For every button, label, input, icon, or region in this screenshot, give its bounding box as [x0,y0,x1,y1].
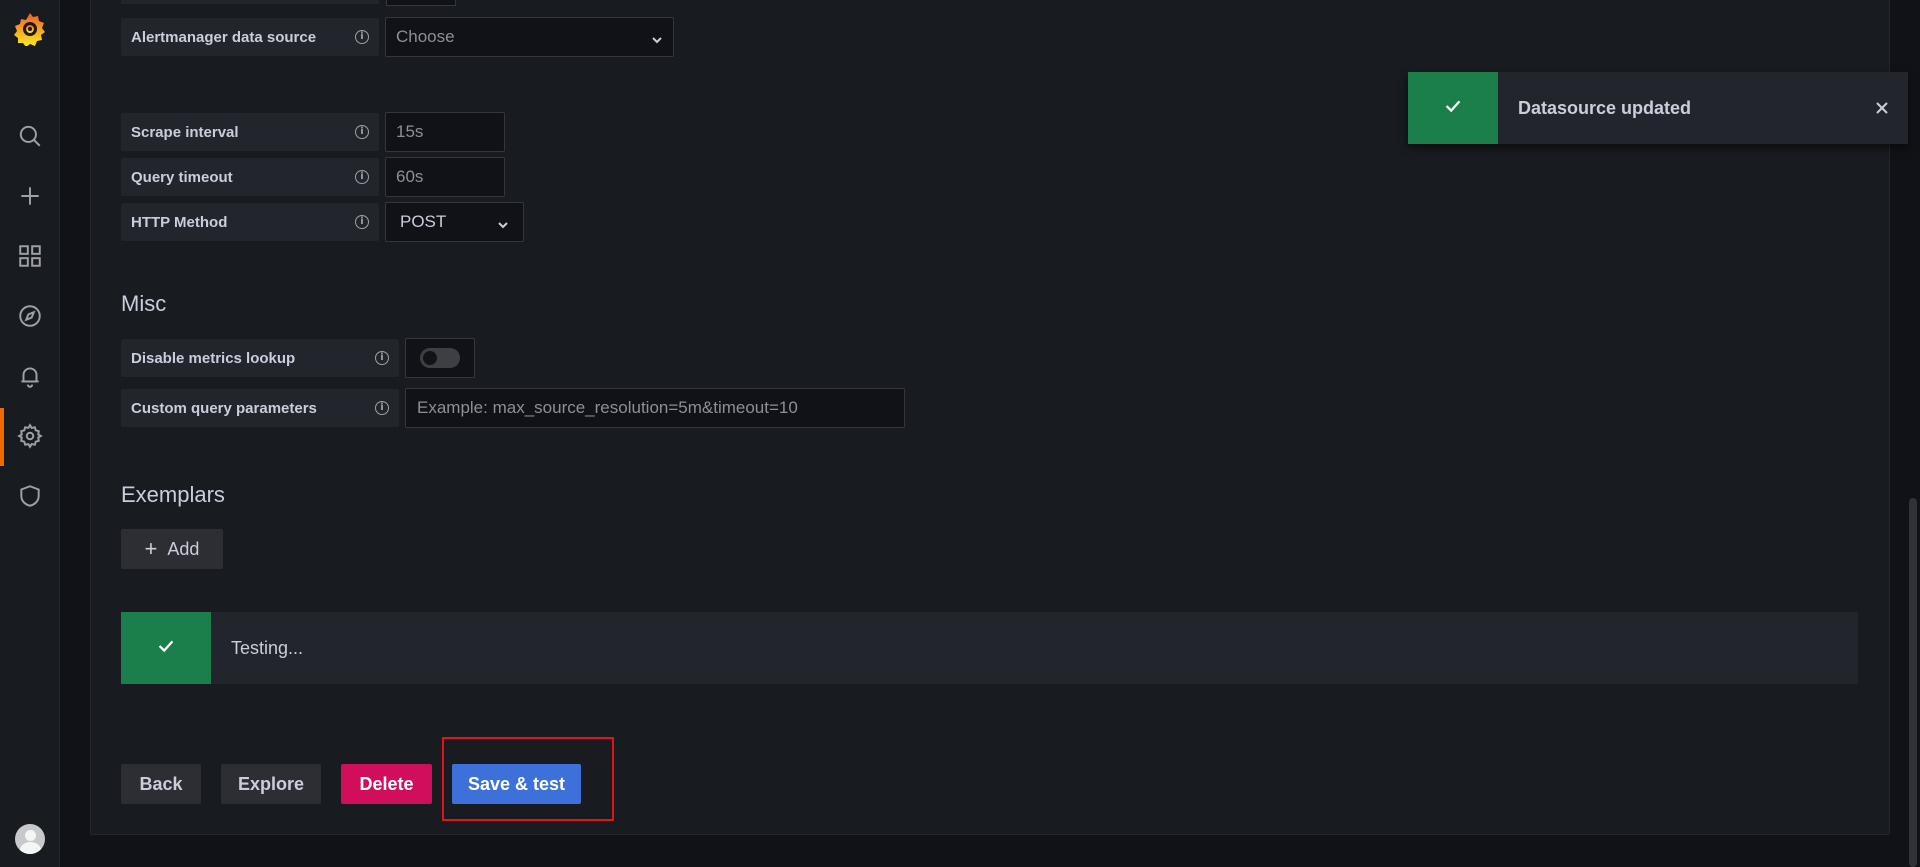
cut-off-input[interactable] [386,0,456,6]
misc-section-title: Misc [121,291,167,316]
check-icon [1442,95,1464,122]
chevron-down-icon [497,216,509,229]
info-icon[interactable]: i [355,125,369,139]
exemplars-section-title: Exemplars [121,482,225,507]
http-method-row: HTTP Method i POST [121,202,524,242]
custom-query-input[interactable]: Example: max_source_resolution=5m&timeou… [405,388,905,428]
toast-icon-box [1408,72,1498,144]
alertmanager-label: Alertmanager data source i [121,18,379,56]
add-exemplar-button[interactable]: + Add [121,529,223,569]
alert-text: Testing... [231,637,304,658]
scrollbar[interactable] [1909,498,1917,867]
back-button[interactable]: Back [121,764,201,804]
dashboards-icon[interactable] [15,241,45,271]
query-timeout-label: Query timeout i [121,158,379,196]
cut-off-label [121,0,379,4]
grafana-logo-icon[interactable] [12,10,48,47]
avatar[interactable] [15,824,45,854]
info-icon[interactable]: i [355,170,369,184]
avatar-head [25,830,36,841]
plus-icon[interactable] [15,181,45,211]
sidebar [0,0,60,867]
chevron-down-icon [651,31,663,44]
check-icon [155,635,177,662]
alert-icon-box [121,612,211,684]
disable-metrics-label: Disable metrics lookup i [121,339,399,377]
search-icon[interactable] [15,121,45,151]
close-icon[interactable] [1870,96,1894,120]
toggle-knob [423,351,437,365]
highlight-box [442,737,614,821]
http-method-select[interactable]: POST [385,202,524,242]
alerting-icon[interactable] [15,361,45,391]
query-timeout-input[interactable]: 60s [385,157,505,197]
explore-icon[interactable] [15,301,45,331]
configuration-icon[interactable] [15,421,45,451]
scrape-interval-row: Scrape interval i 15s [121,112,505,152]
query-timeout-row: Query timeout i 60s [121,157,505,197]
datasource-updated-toast: Datasource updated [1408,72,1908,144]
disable-metrics-toggle[interactable] [420,348,460,368]
info-icon[interactable]: i [355,30,369,44]
alertmanager-row: Alertmanager data source i Choose [121,17,674,57]
shield-icon[interactable] [15,481,45,511]
disable-metrics-toggle-box [405,338,475,378]
http-method-label: HTTP Method i [121,203,379,241]
testing-alert: Testing... [121,612,1858,684]
custom-query-row: Custom query parameters i Example: max_s… [121,388,905,428]
info-icon[interactable]: i [355,215,369,229]
info-icon[interactable]: i [375,351,389,365]
scrape-interval-label: Scrape interval i [121,113,379,151]
explore-button[interactable]: Explore [221,764,321,804]
info-icon[interactable]: i [375,401,389,415]
disable-metrics-row: Disable metrics lookup i [121,338,475,378]
custom-query-label: Custom query parameters i [121,389,399,427]
alertmanager-select[interactable]: Choose [385,17,674,57]
active-indicator [0,408,4,466]
scrape-interval-input[interactable]: 15s [385,112,505,152]
delete-button[interactable]: Delete [341,764,432,804]
plus-icon: + [144,536,158,561]
toast-text: Datasource updated [1518,97,1692,118]
avatar-body [20,842,41,854]
